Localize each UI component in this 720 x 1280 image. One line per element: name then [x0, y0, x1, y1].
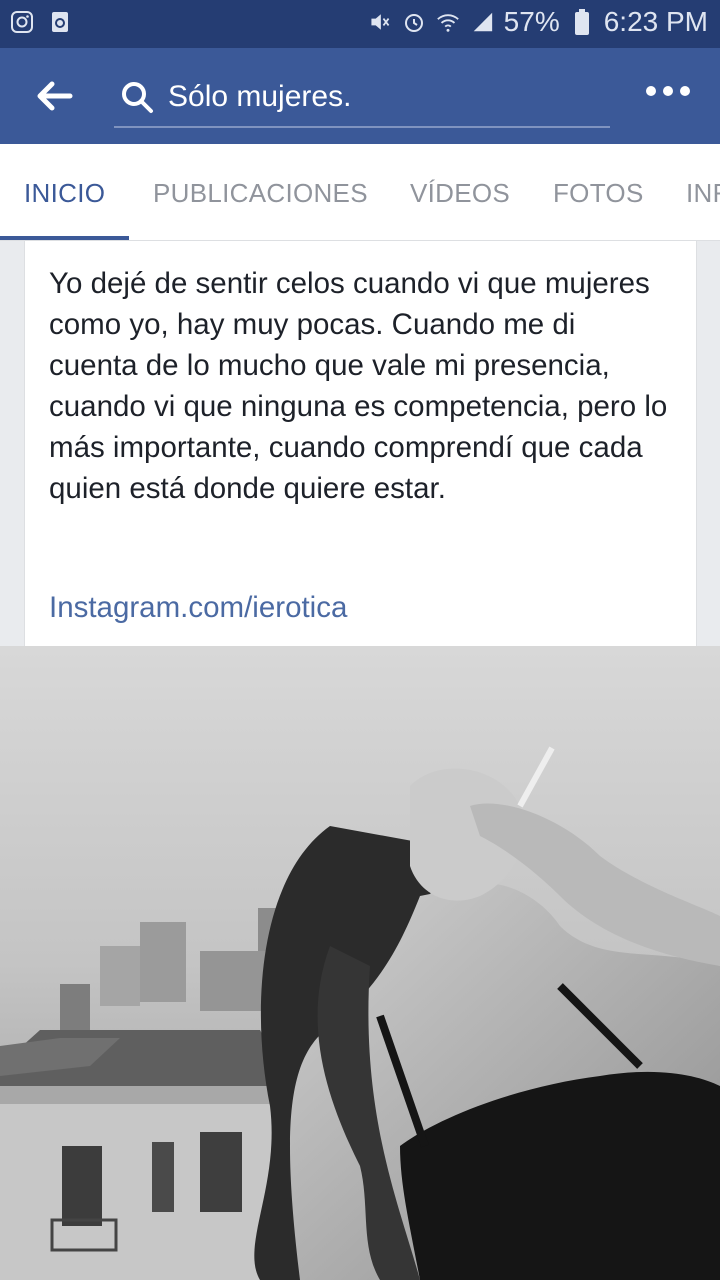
more-icon[interactable] [646, 86, 690, 102]
clock: 6:23 PM [603, 6, 708, 37]
battery-icon [570, 9, 594, 35]
tab-info[interactable]: INF [686, 178, 720, 209]
status-bar: 57% 6:23 PM [0, 0, 720, 48]
active-tab-indicator [0, 236, 129, 240]
post-card: Yo dejé de sentir celos cuando vi que mu… [24, 241, 697, 646]
post-text: Yo dejé de sentir celos cuando vi que mu… [49, 267, 668, 505]
back-arrow-icon[interactable] [30, 72, 78, 120]
instagram-icon [10, 10, 34, 34]
search-field[interactable]: Sólo mujeres. [114, 68, 610, 128]
signal-icon [470, 10, 494, 34]
tab-videos[interactable]: VÍDEOS [410, 178, 510, 209]
wifi-icon [436, 10, 460, 34]
search-icon [120, 80, 154, 114]
battery-percentage: 57% [503, 6, 560, 37]
app-bar: Sólo mujeres. [0, 48, 720, 144]
tab-publicaciones[interactable]: PUBLICACIONES [153, 178, 368, 209]
mute-icon [368, 10, 392, 34]
alarm-icon [402, 10, 426, 34]
recycle-icon [48, 10, 72, 34]
tab-fotos[interactable]: FOTOS [553, 178, 644, 209]
search-query: Sólo mujeres. [168, 80, 352, 113]
post-photo[interactable] [0, 646, 720, 1280]
page-tabs: INICIO PUBLICACIONES VÍDEOS FOTOS INF [0, 144, 720, 241]
post-link[interactable]: Instagram.com/ierotica [49, 591, 347, 625]
tab-inicio[interactable]: INICIO [24, 178, 105, 209]
